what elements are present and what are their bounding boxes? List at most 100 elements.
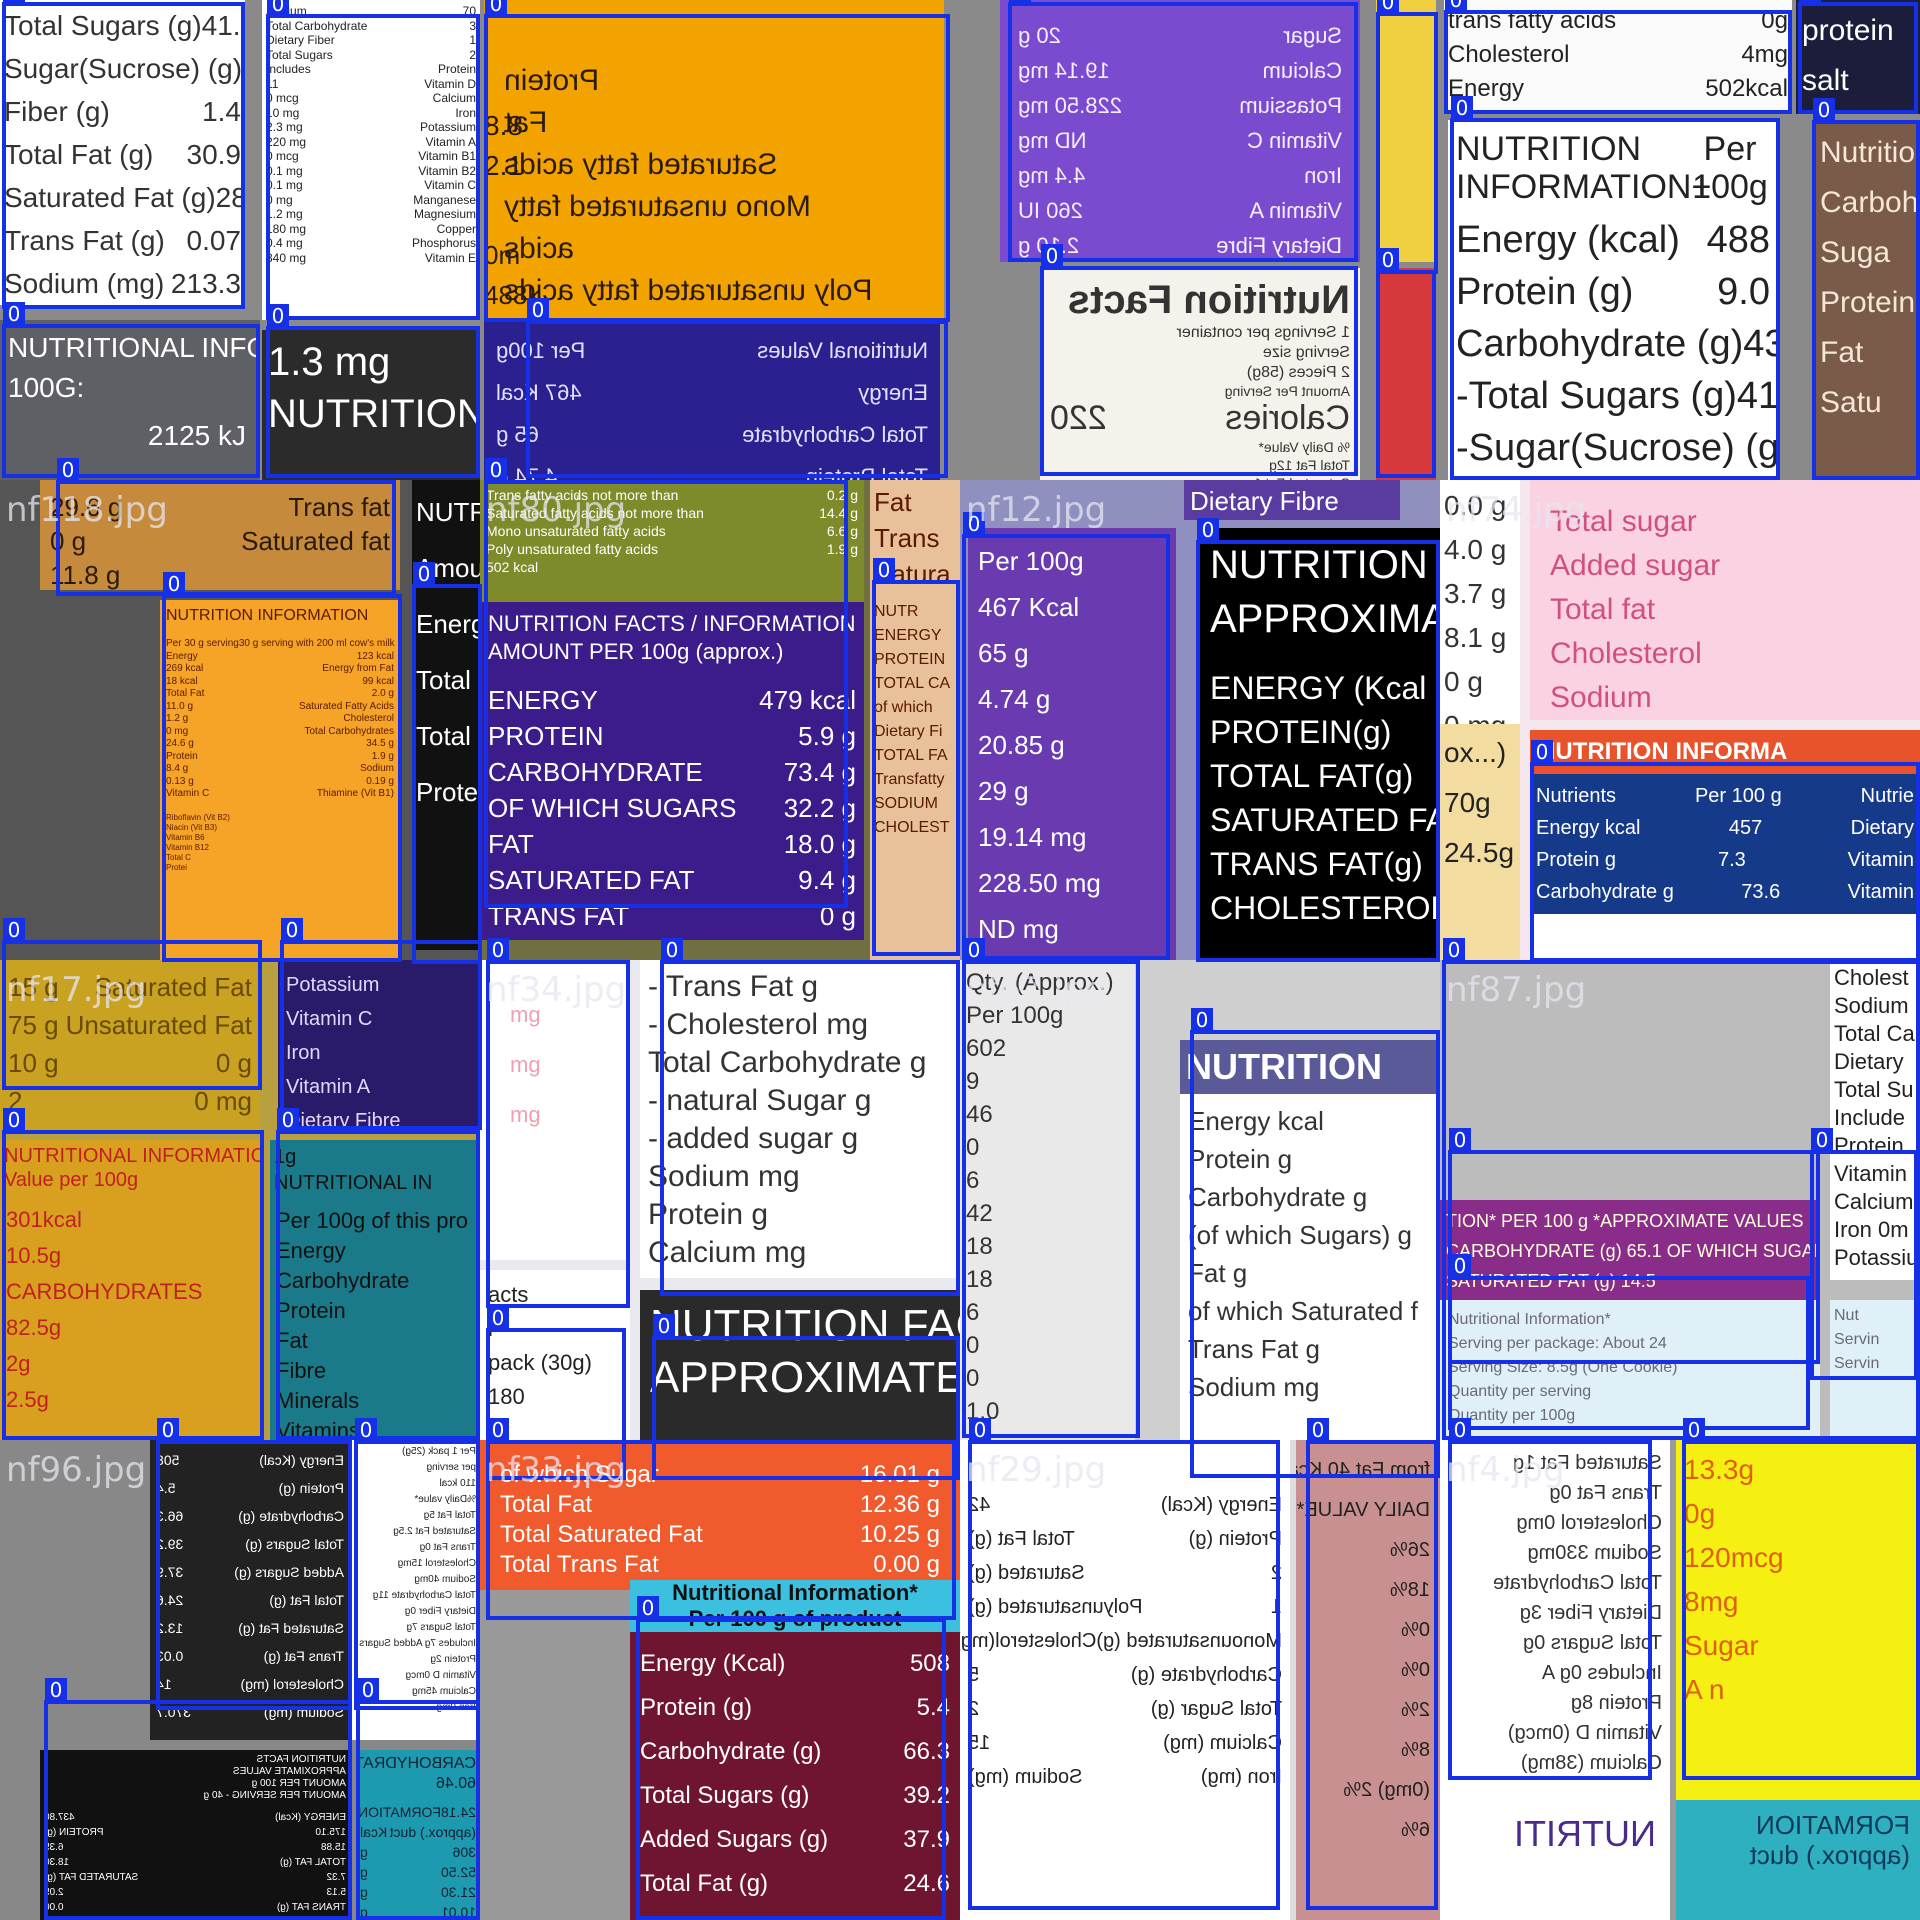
detection-box: 0 <box>1444 0 1792 114</box>
detection-class-label: 0 <box>267 304 289 328</box>
label-crop: FORMATION (approx.) duct <box>1676 1800 1920 1920</box>
label-crop: NUTRITI <box>1440 1800 1670 1920</box>
detection-box: 0 <box>1376 0 1438 274</box>
detection-class-label: 0 <box>485 458 507 482</box>
detection-class-label: 0 <box>1449 1128 1471 1152</box>
image-filename: nf96.jpg <box>6 1450 147 1490</box>
detection-box: 0 <box>636 1596 946 1920</box>
detection-class-label: 0 <box>1191 1008 1213 1032</box>
detection-class-label: 0 <box>1445 0 1467 12</box>
detection-class-label: 0 <box>1531 740 1553 764</box>
label-line: Total sugar <box>1550 505 1697 538</box>
detection-box: 0 <box>968 1418 1280 1910</box>
detection-box: 0 <box>1682 1418 1920 1780</box>
detection-class-label: 0 <box>281 918 303 942</box>
detection-box: 0 <box>1376 248 1436 478</box>
image-mosaic: Total Sugars (g)41.3Sugar(Sucrose) (g)29… <box>0 0 1920 1920</box>
label-line: Trans <box>874 523 940 553</box>
detection-box: 0 <box>2 918 262 1090</box>
label-line: ox...) <box>1444 737 1507 768</box>
detection-class-label: 0 <box>963 938 985 962</box>
label-line: Total fat <box>1550 593 1656 626</box>
detection-class-label: 0 <box>637 1596 659 1620</box>
label-lines: NUTRITI <box>1440 1800 1670 1868</box>
label-line: NUTRITI <box>1514 1813 1656 1854</box>
image-filename: nf29.jpg <box>966 1450 1107 1490</box>
detection-class-label: 0 <box>1041 244 1063 268</box>
detection-class-label: 0 <box>3 0 25 4</box>
detection-class-label: 0 <box>1449 1418 1471 1442</box>
detection-class-label: 0 <box>45 1678 67 1702</box>
label-line: 4.0 g <box>1444 534 1507 565</box>
detection-class-label: 0 <box>1197 518 1219 542</box>
image-filename: nf80.jpg <box>486 490 627 530</box>
detection-box: 0 <box>1190 1008 1440 1478</box>
detection-box: 0 <box>412 562 482 964</box>
label-line: 8.1 g <box>1444 622 1507 653</box>
detection-box: 0 <box>2 302 260 478</box>
detection-class-label: 0 <box>969 1418 991 1442</box>
label-line: Dietary Fibre <box>1190 486 1339 516</box>
detection-class-label: 0 <box>57 458 79 482</box>
detection-class-label: 0 <box>163 572 185 596</box>
detection-class-label: 0 <box>1443 938 1465 962</box>
label-lines: FORMATION (approx.) duct <box>1676 1800 1920 1880</box>
detection-box: 0 <box>486 938 630 1308</box>
detection-box: 0 <box>1448 1418 1652 1780</box>
detection-box: 0 <box>1196 518 1440 962</box>
label-crop: Dietary Fibre <box>1184 480 1400 520</box>
detection-class-label: 0 <box>1811 1128 1833 1152</box>
detection-box: 0 <box>356 1678 480 1920</box>
label-crop: Total sugar Added sugar Total fat Cholester… <box>1530 480 1920 720</box>
detection-class-label: 0 <box>355 1418 377 1442</box>
detection-box: 0 <box>44 1678 352 1920</box>
mirrored-text: FORMATION (approx.) duct <box>1676 1800 1920 1880</box>
detection-box: 0 <box>276 1108 480 1440</box>
detection-box: 0 <box>2 1108 264 1440</box>
detection-class-label: 0 <box>873 558 895 582</box>
detection-class-label: 0 <box>653 1314 675 1338</box>
detection-class-label: 0 <box>413 562 435 586</box>
detection-class-label: 0 <box>1009 0 1031 4</box>
detection-class-label: 0 <box>487 1306 509 1330</box>
image-filename: nf34.jpg <box>486 970 627 1010</box>
image-filename: nf67.jpg <box>966 970 1107 1010</box>
detection-class-label: 0 <box>661 938 683 962</box>
image-filename: nf33.jpg <box>486 1450 627 1490</box>
detection-class-label: 0 <box>267 0 289 16</box>
label-line: Added sugar <box>1550 549 1721 582</box>
detection-box: 0 <box>1306 1418 1438 1910</box>
image-filename: nf87.jpg <box>1446 970 1587 1010</box>
detection-class-label: 0 <box>1799 0 1821 4</box>
detection-box: 0 <box>1450 96 1780 480</box>
detection-box: 0 <box>1812 98 1920 480</box>
label-line: 70g <box>1444 787 1491 818</box>
detection-class-label: 0 <box>1451 96 1473 120</box>
image-filename: nf74.jpg <box>1446 490 1587 530</box>
detection-class-label: 0 <box>157 1418 179 1442</box>
detection-box: 0 <box>962 512 1170 960</box>
detection-box: 0 <box>484 0 950 322</box>
mirrored-text: NUTRITI <box>1440 1800 1670 1868</box>
detection-box: 0 <box>1008 0 1358 262</box>
detection-box: 0 <box>872 558 960 956</box>
label-line: 24.5g <box>1444 837 1515 868</box>
detection-box: 0 <box>266 0 480 320</box>
detection-box: 0 <box>1040 244 1358 476</box>
image-filename: nf17.jpg <box>6 970 147 1010</box>
detection-box: 0 <box>354 1418 480 1710</box>
detection-box: 0 <box>660 938 960 1296</box>
detection-box: 0 <box>2 0 245 309</box>
label-line: Sodium <box>1550 681 1652 714</box>
detection-box: 0 <box>266 304 480 478</box>
label-crop: ox...) 70g 24.5g <box>1440 724 1520 960</box>
detection-class-label: 0 <box>3 918 25 942</box>
detection-box: 0 <box>484 458 848 908</box>
detection-box: 0 <box>280 918 482 1130</box>
detection-class-label: 0 <box>1683 1418 1705 1442</box>
detection-box: 0 <box>1810 1128 1918 1380</box>
detection-class-label: 0 <box>3 1108 25 1132</box>
detection-class-label: 0 <box>1377 0 1399 14</box>
detection-class-label: 0 <box>1377 248 1399 272</box>
image-filename: nf4.jpg <box>1446 1450 1565 1490</box>
